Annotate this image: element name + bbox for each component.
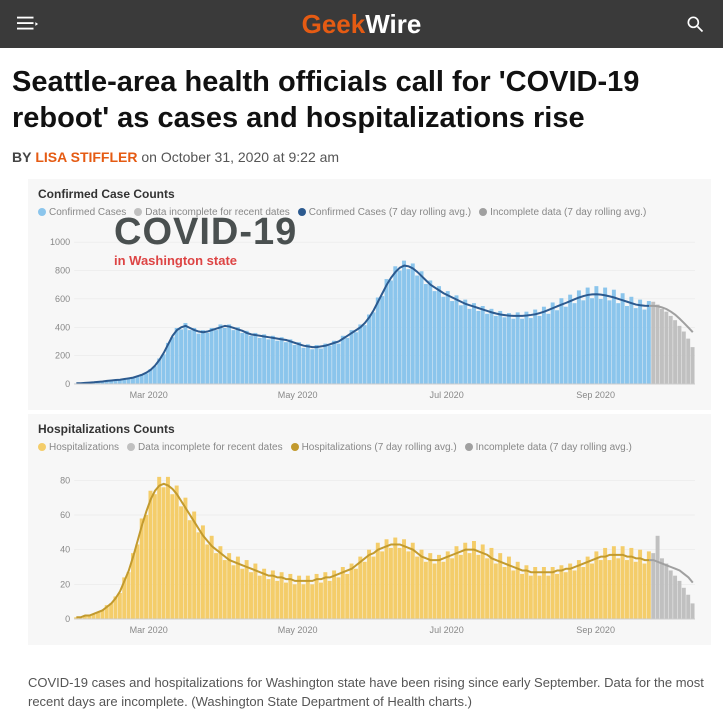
logo-wire: Wire (365, 9, 421, 40)
search-icon[interactable] (683, 12, 707, 36)
article: Seattle-area health officials call for '… (0, 48, 723, 665)
svg-text:Sep 2020: Sep 2020 (576, 390, 615, 400)
chart-title: Confirmed Case Counts (38, 187, 701, 201)
chart-legend: Hospitalizations Data incomplete for rece… (38, 442, 701, 453)
svg-text:0: 0 (65, 379, 70, 389)
svg-text:0: 0 (65, 614, 70, 624)
legend-item: Data incomplete for recent dates (127, 442, 283, 453)
svg-text:200: 200 (55, 350, 70, 360)
svg-text:20: 20 (60, 579, 70, 589)
svg-text:Mar 2020: Mar 2020 (130, 625, 168, 635)
legend-item: Hospitalizations (38, 442, 119, 453)
legend-item: Incomplete data (7 day rolling avg.) (479, 207, 646, 218)
svg-text:60: 60 (60, 510, 70, 520)
legend-item: Data incomplete for recent dates (134, 207, 290, 218)
legend-item: Hospitalizations (7 day rolling avg.) (291, 442, 457, 453)
svg-text:600: 600 (55, 293, 70, 303)
chart-hospitalizations: Hospitalizations Counts Hospitalizations… (28, 414, 711, 645)
byline-date: on October 31, 2020 at 9:22 am (138, 149, 340, 165)
svg-text:80: 80 (60, 475, 70, 485)
svg-text:800: 800 (55, 265, 70, 275)
svg-text:400: 400 (55, 322, 70, 332)
svg-text:Jul 2020: Jul 2020 (430, 625, 464, 635)
image-caption: COVID-19 cases and hospitalizations for … (0, 665, 723, 728)
svg-text:Jul 2020: Jul 2020 (430, 390, 464, 400)
site-header: GeekWire (0, 0, 723, 48)
svg-text:1000: 1000 (50, 237, 70, 247)
chart-legend: Confirmed Cases Data incomplete for recen… (38, 207, 701, 218)
article-headline: Seattle-area health officials call for '… (12, 64, 711, 137)
chart-confirmed-cases: Confirmed Case Counts Confirmed Cases Dat… (28, 179, 711, 410)
logo-geek: Geek (302, 9, 366, 40)
chart-svg-cases: 0 200 400 600 800 1000 Mar 2020 May 2020 Jul 202… (38, 224, 701, 404)
legend-item: Confirmed Cases (7 day rolling avg.) (298, 207, 471, 218)
svg-text:Mar 2020: Mar 2020 (130, 390, 168, 400)
chart-title: Hospitalizations Counts (38, 422, 701, 436)
svg-text:Sep 2020: Sep 2020 (576, 625, 615, 635)
chart-svg-hosp: 0 20 40 60 80 Mar 2020 May 2020 Jul 2020 Sep 202… (38, 459, 701, 639)
svg-text:May 2020: May 2020 (278, 390, 318, 400)
legend-item: Confirmed Cases (38, 207, 126, 218)
article-byline: BY LISA STIFFLER on October 31, 2020 at … (12, 149, 711, 165)
menu-icon[interactable] (16, 12, 40, 36)
site-logo[interactable]: GeekWire (302, 9, 422, 40)
svg-text:40: 40 (60, 544, 70, 554)
svg-text:May 2020: May 2020 (278, 625, 318, 635)
byline-author[interactable]: LISA STIFFLER (35, 149, 137, 165)
legend-item: Incomplete data (7 day rolling avg.) (465, 442, 632, 453)
byline-by: BY (12, 149, 31, 165)
